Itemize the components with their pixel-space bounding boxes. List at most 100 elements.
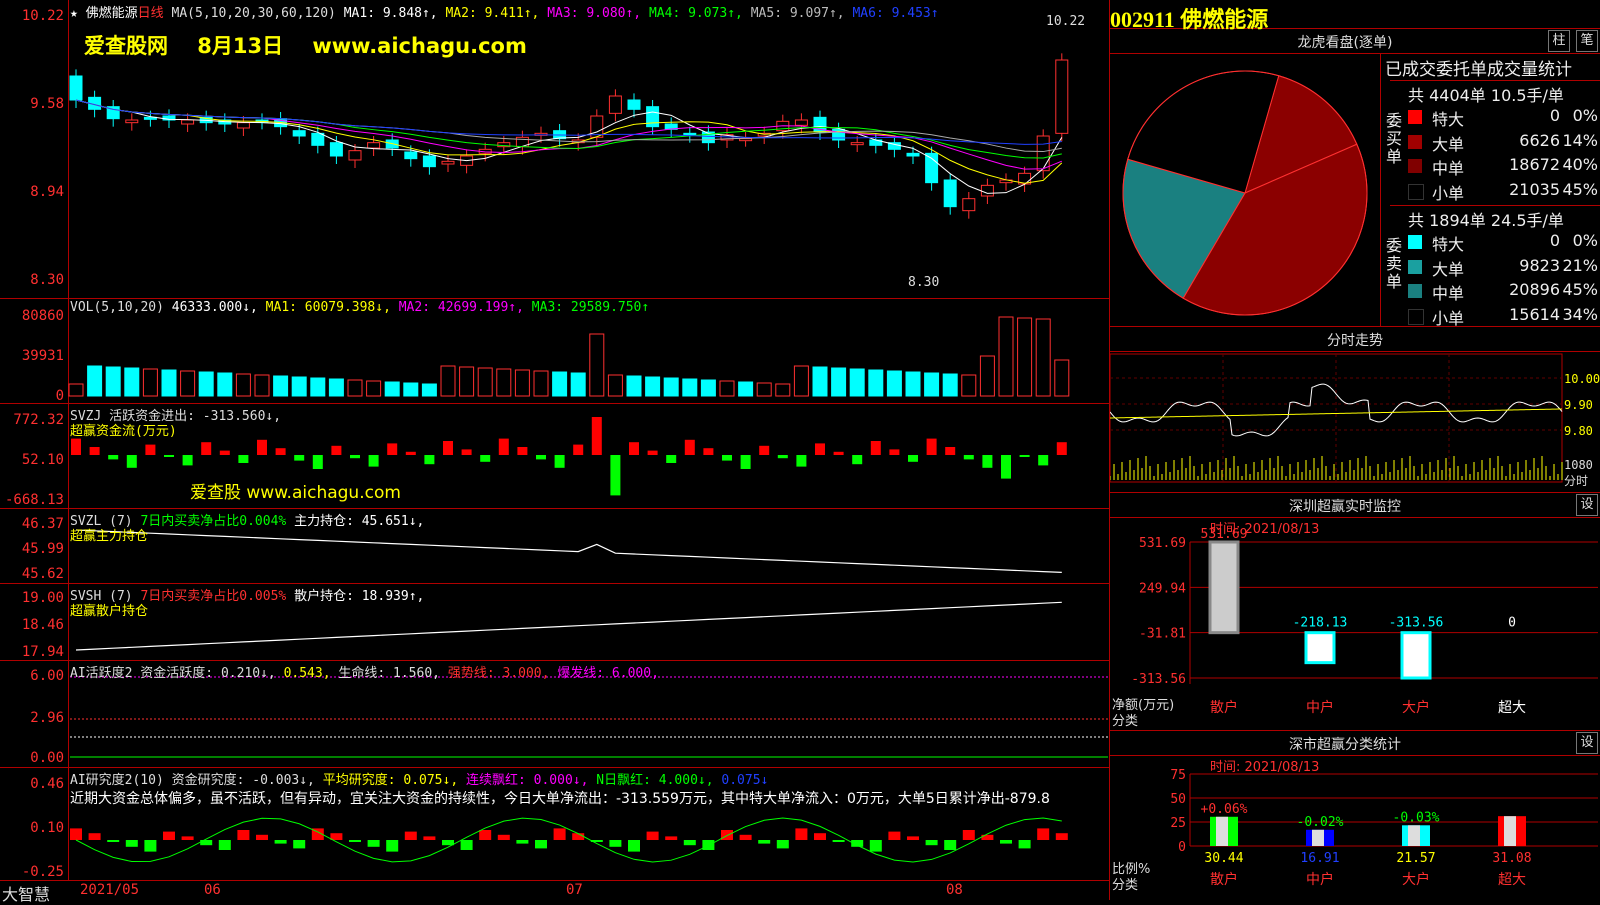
main-y-tick: 8.30 <box>30 272 64 288</box>
monitor-category: 大户 <box>1402 699 1430 716</box>
svzl-y-tick: 45.62 <box>21 566 64 582</box>
sell-summary: 共 1894单 24.5手/单 <box>1408 211 1564 230</box>
class-y-tick: 0 <box>1178 840 1186 855</box>
monitor-category: 散户 <box>1210 699 1238 716</box>
intraday-chart[interactable] <box>1110 352 1600 492</box>
monitor-y-tick: 531.69 <box>1139 536 1186 551</box>
ai1-title-d: 强势线: 3.000, <box>447 666 550 681</box>
intraday-title: 分时走势 <box>1327 333 1383 349</box>
volume-bar <box>868 369 884 397</box>
ai2-bar <box>404 831 417 840</box>
ai2-bar <box>349 840 361 842</box>
volume-bar <box>366 380 382 397</box>
ai2-y-tick: 0.46 <box>30 776 64 792</box>
class-bar-highlight <box>1504 816 1516 846</box>
svzj-bar <box>238 455 249 463</box>
svzj-bar <box>350 455 360 459</box>
svzj-bar <box>126 455 137 468</box>
class-change-label: -0.02% <box>1297 815 1344 830</box>
volume-bar <box>831 367 847 397</box>
ma-line <box>75 99 1062 170</box>
ai2-bar <box>479 830 492 840</box>
ai2-title-d: N日飘红: 4.000↓, <box>596 773 714 788</box>
volume-bar <box>719 380 735 397</box>
svzj-bar <box>480 455 491 462</box>
intraday-y-tick: 9.90 <box>1564 398 1593 412</box>
monitor-bar-label: -313.56 <box>1389 616 1444 631</box>
volume-bar <box>235 373 251 397</box>
monitor-settings-button[interactable]: 设 <box>1576 494 1598 516</box>
sell-swatch <box>1408 235 1422 249</box>
buy-swatch <box>1408 183 1424 200</box>
svzj-bar <box>666 455 677 463</box>
svzj-bar <box>219 450 230 455</box>
ai2-bar <box>776 840 789 849</box>
monitor-bar-label: 0 <box>1508 616 1516 631</box>
svzj-bar <box>852 455 863 465</box>
class-category: 超大 <box>1498 872 1526 888</box>
btn-bar-view[interactable]: 柱 <box>1548 30 1570 52</box>
ai2-bar <box>609 840 622 847</box>
sell-row-count: 20896 <box>1509 280 1560 299</box>
main-y-tick: 8.94 <box>30 184 64 200</box>
class-x-label: 分类 <box>1112 878 1139 893</box>
btn-tick-view[interactable]: 笔 <box>1576 30 1598 52</box>
volume-bar <box>217 372 233 397</box>
monitor-bar-label: 531.69 <box>1201 527 1248 542</box>
svzj-bar <box>554 455 565 468</box>
buy-swatch <box>1408 159 1422 173</box>
ai2-bar <box>721 830 733 840</box>
buy-row-pct: 45% <box>1562 179 1598 199</box>
svzj-bar <box>1038 455 1049 466</box>
monitor-category: 超大 <box>1498 700 1526 716</box>
monitor-bar-chart: 531.69 249.94 -31.81 -313.56 531.69 散户 -218.13… <box>1131 527 1598 716</box>
sell-swatch <box>1408 259 1422 274</box>
kline-candle <box>627 99 641 110</box>
kline-chart[interactable] <box>0 0 1110 900</box>
right-panel: 002911 佛燃能源 龙虎看盘(逐单) 柱 笔 已成交委托单成交量统计 共 4… <box>1110 0 1600 900</box>
ai2-bar <box>535 840 547 849</box>
class-settings-button[interactable]: 设 <box>1576 732 1598 754</box>
ai2-bar <box>460 840 473 850</box>
svsh-subtitle: 超赢散户持仓 <box>70 604 149 619</box>
stock-name: 佛燃能源 <box>85 6 138 21</box>
period-label[interactable]: 日线 <box>138 6 164 21</box>
svzj-bar <box>145 444 156 455</box>
lhb-title: 龙虎看盘(逐单) <box>1297 35 1393 51</box>
brand-label: 大智慧 <box>2 885 51 904</box>
svzj-bar <box>164 455 174 457</box>
x-axis-label: 06 <box>204 882 221 898</box>
svzj-bar <box>275 448 286 455</box>
buy-summary: 共 4404单 10.5手/单 <box>1408 86 1564 105</box>
vol-y-tick: 39931 <box>21 348 64 364</box>
volume-bar <box>570 372 586 397</box>
volume-bar <box>924 372 940 397</box>
monitor-y-tick: -313.56 <box>1131 672 1186 687</box>
ai2-bar <box>256 834 268 840</box>
volume-bar <box>68 383 84 397</box>
sell-row-count: 9823 <box>1519 255 1560 275</box>
monitor-bar <box>1304 631 1336 665</box>
x-axis-label: 2021/05 <box>80 882 140 898</box>
buy-row-label: 大单 <box>1432 134 1465 154</box>
ai2-bar <box>125 840 138 847</box>
svzj-bar <box>1001 455 1011 479</box>
svsh-title-c: 散户持仓: 18.939↑, <box>294 589 425 604</box>
class-change-label: -0.03% <box>1393 810 1440 825</box>
ai2-bar <box>497 834 510 840</box>
chart-area[interactable]: ★ 佛燃能源日线 MA(5,10,20,30,60,120) MA1: 9.84… <box>0 0 1110 904</box>
class-value-label: 21.57 <box>1396 851 1435 866</box>
star-icon: ★ <box>70 6 78 21</box>
ai2-bar <box>925 840 938 846</box>
buy-row-pct: 14% <box>1562 130 1598 150</box>
ai2-bar <box>163 831 175 840</box>
sell-swatch <box>1408 284 1422 298</box>
sell-swatch <box>1408 308 1424 325</box>
svzj-bar <box>963 455 974 460</box>
vol-y-tick: 0 <box>55 388 64 404</box>
monitor-category: 中户 <box>1306 699 1334 716</box>
sell-row-pct: 21% <box>1562 255 1598 275</box>
volume-bar <box>254 374 270 397</box>
svzj-bar <box>889 449 900 455</box>
ai2-bar <box>386 840 399 852</box>
